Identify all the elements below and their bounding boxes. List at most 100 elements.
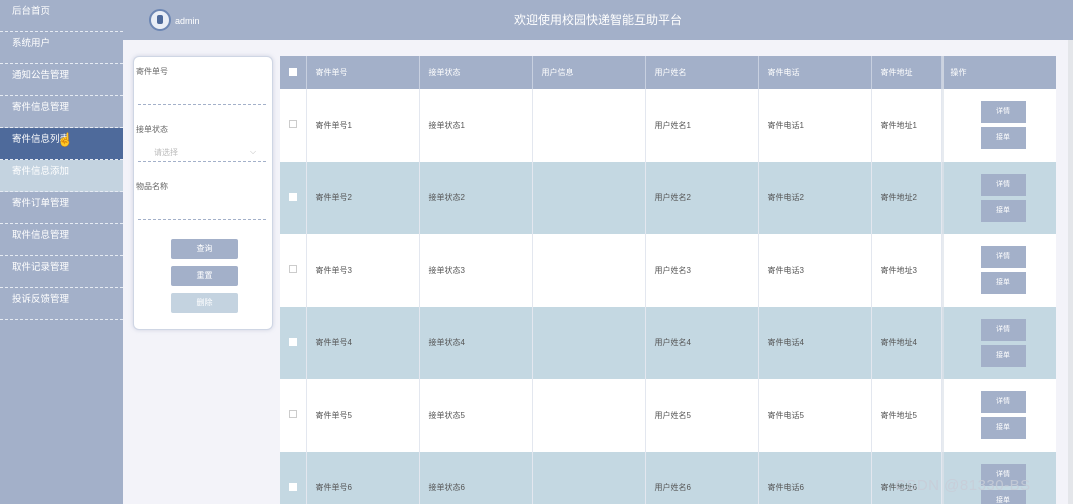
accept-button[interactable]: 接单: [980, 344, 1026, 367]
search-panel: 寄件单号 接单状态 请选择 ⌵ 物品名称 查询 重置 删除: [133, 56, 273, 330]
cell-status: 接单状态2: [419, 161, 533, 234]
cell-actions: 详情 接单: [941, 234, 1056, 307]
accept-button[interactable]: 接单: [980, 417, 1026, 440]
cell-tracking-no: 寄件单号6: [306, 451, 420, 504]
row-checkbox[interactable]: [289, 410, 297, 419]
cell-address: 寄件地址2: [871, 161, 942, 234]
cell-user-info: [532, 306, 646, 379]
sidebar-item-send-info[interactable]: 寄件信息管理: [0, 96, 123, 128]
row-checkbox-cell: [280, 379, 307, 452]
cell-user-name: 用户姓名2: [645, 161, 759, 234]
detail-button[interactable]: 详情: [980, 246, 1026, 269]
cell-user-info: [532, 161, 646, 234]
status-select[interactable]: [138, 161, 266, 162]
sidebar-item-send-order[interactable]: 寄件订单管理: [0, 192, 123, 224]
cell-user-name: 用户姓名4: [645, 306, 759, 379]
cell-tracking-no: 寄件单号3: [306, 234, 420, 307]
status-label: 接单状态: [136, 125, 168, 134]
cell-address: 寄件地址4: [871, 306, 942, 379]
column-divider: [942, 56, 944, 504]
page-title: 欢迎使用校园快递智能互助平台: [513, 13, 682, 27]
col-tracking-no[interactable]: 寄件单号: [306, 56, 420, 89]
cell-phone: 寄件电话2: [758, 161, 872, 234]
cell-phone: 寄件电话6: [758, 451, 872, 504]
cell-user-info: [532, 451, 646, 504]
cell-status: 接单状态3: [419, 234, 533, 307]
select-all-checkbox[interactable]: [289, 67, 297, 76]
row-checkbox[interactable]: [289, 482, 297, 491]
sidebar-item-send-add[interactable]: 寄件信息添加: [0, 160, 123, 192]
accept-button[interactable]: 接单: [980, 199, 1026, 222]
reset-button[interactable]: 重置: [171, 266, 238, 286]
cell-status: 接单状态4: [419, 306, 533, 379]
table-row: 寄件单号5 接单状态5 用户姓名5 寄件电话5 寄件地址5 详情 接单: [280, 379, 1056, 452]
row-checkbox-cell: [280, 89, 307, 162]
detail-button[interactable]: 详情: [980, 318, 1026, 341]
table-row: 寄件单号1 接单状态1 用户姓名1 寄件电话1 寄件地址1 详情 接单: [280, 89, 1056, 162]
sidebar-item-system-users[interactable]: 系统用户: [0, 32, 123, 64]
sidebar-item-pickup-info[interactable]: 取件信息管理: [0, 224, 123, 256]
table-row: 寄件单号2 接单状态2 用户姓名2 寄件电话2 寄件地址2 详情 接单: [280, 161, 1056, 234]
cell-status: 接单状态5: [419, 379, 533, 452]
cell-tracking-no: 寄件单号2: [306, 161, 420, 234]
query-button[interactable]: 查询: [171, 239, 238, 259]
cell-tracking-no: 寄件单号4: [306, 306, 420, 379]
accept-button[interactable]: 接单: [980, 272, 1026, 295]
detail-button[interactable]: 详情: [980, 101, 1026, 124]
cell-actions: 详情 接单: [941, 379, 1056, 452]
watermark: CSDN @81330-BS: [895, 477, 1031, 494]
col-user-info[interactable]: 用户信息: [532, 56, 646, 89]
item-name-input[interactable]: [138, 219, 266, 220]
sidebar: 后台首页 系统用户 通知公告管理 寄件信息管理 寄件信息列表 ☝ 寄件信息添加 …: [0, 0, 123, 504]
detail-button[interactable]: 详情: [980, 173, 1026, 196]
row-checkbox[interactable]: [289, 120, 297, 129]
cell-address: 寄件地址3: [871, 234, 942, 307]
sidebar-item-home[interactable]: 后台首页: [0, 0, 123, 32]
vertical-scrollbar[interactable]: [1068, 40, 1073, 504]
delete-button[interactable]: 删除: [171, 293, 238, 313]
cell-tracking-no: 寄件单号5: [306, 379, 420, 452]
col-status[interactable]: 接单状态: [419, 56, 533, 89]
cell-phone: 寄件电话5: [758, 379, 872, 452]
tracking-no-input[interactable]: [138, 104, 266, 105]
cell-phone: 寄件电话1: [758, 89, 872, 162]
sidebar-item-notice[interactable]: 通知公告管理: [0, 64, 123, 96]
cell-user-info: [532, 379, 646, 452]
col-user-name[interactable]: 用户姓名: [645, 56, 759, 89]
col-address[interactable]: 寄件地址: [871, 56, 942, 89]
sidebar-item-send-list[interactable]: 寄件信息列表 ☝: [0, 128, 123, 160]
table-row: 寄件单号4 接单状态4 用户姓名4 寄件电话4 寄件地址4 详情 接单: [280, 306, 1056, 379]
row-checkbox[interactable]: [289, 265, 297, 274]
row-checkbox-cell: [280, 306, 307, 379]
row-checkbox[interactable]: [289, 192, 297, 201]
detail-button[interactable]: 详情: [980, 391, 1026, 414]
sidebar-item-complaint[interactable]: 投诉反馈管理: [0, 288, 123, 320]
chevron-down-icon[interactable]: ⌵: [250, 147, 256, 157]
cell-user-name: 用户姓名3: [645, 234, 759, 307]
cell-user-info: [532, 234, 646, 307]
status-select-placeholder[interactable]: 请选择: [154, 147, 178, 158]
top-header: admin 欢迎使用校园快递智能互助平台: [123, 0, 1073, 40]
table-row: 寄件单号3 接单状态3 用户姓名3 寄件电话3 寄件地址3 详情 接单: [280, 234, 1056, 307]
cell-tracking-no: 寄件单号1: [306, 89, 420, 162]
cell-user-name: 用户姓名6: [645, 451, 759, 504]
table-header-row: 寄件单号 接单状态 用户信息 用户姓名 寄件电话 寄件地址 操作: [280, 56, 1056, 89]
cell-address: 寄件地址1: [871, 89, 942, 162]
cell-address: 寄件地址5: [871, 379, 942, 452]
cell-actions: 详情 接单: [941, 89, 1056, 162]
tracking-no-label: 寄件单号: [136, 67, 168, 76]
cell-phone: 寄件电话3: [758, 234, 872, 307]
select-all-cell: [280, 56, 307, 89]
accept-button[interactable]: 接单: [980, 127, 1026, 150]
col-actions: 操作: [941, 56, 1056, 89]
cell-status: 接单状态1: [419, 89, 533, 162]
row-checkbox-cell: [280, 161, 307, 234]
sidebar-item-pickup-record[interactable]: 取件记录管理: [0, 256, 123, 288]
cell-user-info: [532, 89, 646, 162]
col-phone[interactable]: 寄件电话: [758, 56, 872, 89]
row-checkbox-cell: [280, 451, 307, 504]
row-checkbox[interactable]: [289, 337, 297, 346]
cell-actions: 详情 接单: [941, 161, 1056, 234]
row-checkbox-cell: [280, 234, 307, 307]
cell-user-name: 用户姓名1: [645, 89, 759, 162]
